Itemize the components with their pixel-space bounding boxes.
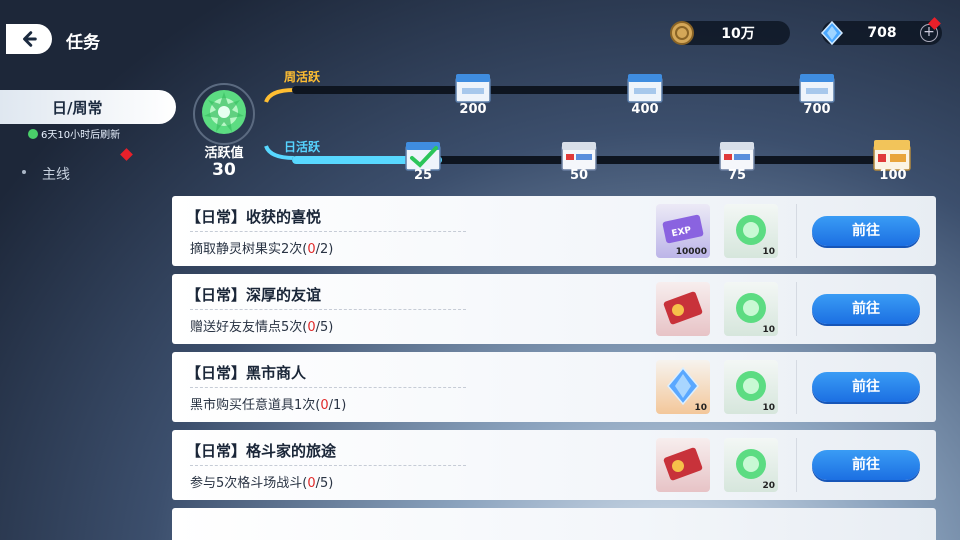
reward-slot[interactable]: 20 [724,438,778,492]
reward-count: 10000 [675,247,707,257]
blue-gem-icon [816,17,848,49]
daily-activity-label: 日活跃 [284,140,321,154]
task-divider [796,282,797,336]
task-divider-line [190,309,466,310]
task-desc-text: 赠送好友友情点5次( [190,320,308,335]
task-title: 【日常】黑市商人 [186,364,307,382]
gold-coin-icon [666,17,698,49]
task-card: 【日常】深厚的友谊 赠送好友友情点5次(0/5) 10 前往 [172,274,936,344]
reward-slot[interactable]: EXP 10000 [656,204,710,258]
friendship-ticket-icon [663,447,703,481]
task-divider-line [190,387,466,388]
page-title: 任务 [66,33,100,53]
friendship-ticket-icon [663,291,703,325]
weekly-chest-400[interactable] [626,72,664,104]
gold-chest-icon [873,140,911,171]
reward-slot[interactable] [656,282,710,336]
task-title: 【日常】收获的喜悦 [186,208,322,226]
weekly-milestone-700: 700 [803,102,831,117]
back-button[interactable] [6,24,52,54]
gold-currency: 10万 [670,21,790,45]
go-button[interactable]: 前往 [812,294,920,324]
weekly-chest-200[interactable] [454,72,492,104]
task-description: 参与5次格斗场战斗(0/5) [190,472,333,491]
daily-milestone-50: 50 [569,168,589,183]
task-divider [796,438,797,492]
daily-chest-100[interactable] [872,138,911,171]
clock-icon [28,128,38,139]
main-story-notification-dot [120,148,133,161]
reward-count: 10 [762,247,775,257]
task-desc-text: 摘取静灵树果实2次( [190,242,308,257]
blue-chest-icon [799,74,835,103]
task-card: 【日常】收获的喜悦 摘取静灵树果实2次(0/2) EXP 10000 10 前往 [172,196,936,266]
task-description: 黑市购买任意道具1次(0/1) [190,394,346,413]
weekly-activity-label: 周活跃 [284,70,321,84]
reward-slot[interactable]: 10 [656,360,710,414]
task-title: 【日常】深厚的友谊 [186,286,322,304]
go-button[interactable]: 前往 [812,372,920,402]
weekly-chest-700[interactable] [798,72,836,104]
weekly-milestone-200: 200 [459,102,487,117]
daily-milestone-25: 25 [413,168,433,183]
reward-slot[interactable]: 10 [724,204,778,258]
refresh-note-text: 6天10小时后刷新 [41,130,121,141]
reward-count: 10 [762,325,775,335]
reward-count: 10 [762,403,775,413]
blue-chest-icon [627,74,663,103]
task-card: 【日常】黑市商人 黑市购买任意道具1次(0/1) 10 10 前往 [172,352,936,422]
task-divider-line [190,231,466,232]
task-progress-current: 0 [307,476,316,491]
task-progress-total: /5) [315,320,334,335]
task-title: 【日常】格斗家的旅途 [186,442,337,460]
task-progress-total: /1) [328,398,347,413]
task-desc-text: 参与5次格斗场战斗( [190,476,308,491]
daily-milestone-100: 100 [879,168,907,183]
weekly-connector [264,88,295,103]
task-card-partial [172,508,936,540]
gem-currency: 708 + [820,20,942,46]
task-progress-current: 0 [307,320,316,335]
tab-daily-weekly[interactable]: 日/周常 [0,90,176,124]
activity-value: 30 [212,160,236,180]
task-divider [796,360,797,414]
task-desc-text: 黑市购买任意道具1次( [190,398,321,413]
reward-slot[interactable]: 10 [724,360,778,414]
reward-count: 20 [762,481,775,491]
task-progress-current: 0 [307,242,316,257]
blue-chest-icon [455,74,491,103]
task-description: 赠送好友友情点5次(0/5) [190,316,333,335]
weekly-progress-track [292,86,812,94]
daily-milestone-75: 75 [727,168,747,183]
tab-bullet [22,170,26,174]
refresh-note: 6天10小时后刷新 [28,126,120,141]
go-button[interactable]: 前往 [812,216,920,246]
reward-count: 10 [694,403,707,413]
go-button[interactable]: 前往 [812,450,920,480]
task-divider [796,204,797,258]
task-progress-total: /5) [315,476,334,491]
task-progress-current: 0 [320,398,329,413]
reward-slot[interactable]: 10 [724,282,778,336]
task-description: 摘取静灵树果实2次(0/2) [190,238,333,257]
activity-label: 活跃值 [204,146,244,161]
back-arrow-icon [23,31,37,47]
activity-orb: 活跃值 [184,78,264,161]
task-progress-total: /2) [315,242,334,257]
task-divider-line [190,465,466,466]
task-card: 【日常】格斗家的旅途 参与5次格斗场战斗(0/5) 20 前往 [172,430,936,500]
tab-main-story[interactable]: 主线 [42,164,70,184]
reward-slot[interactable] [656,438,710,492]
weekly-milestone-400: 400 [631,102,659,117]
